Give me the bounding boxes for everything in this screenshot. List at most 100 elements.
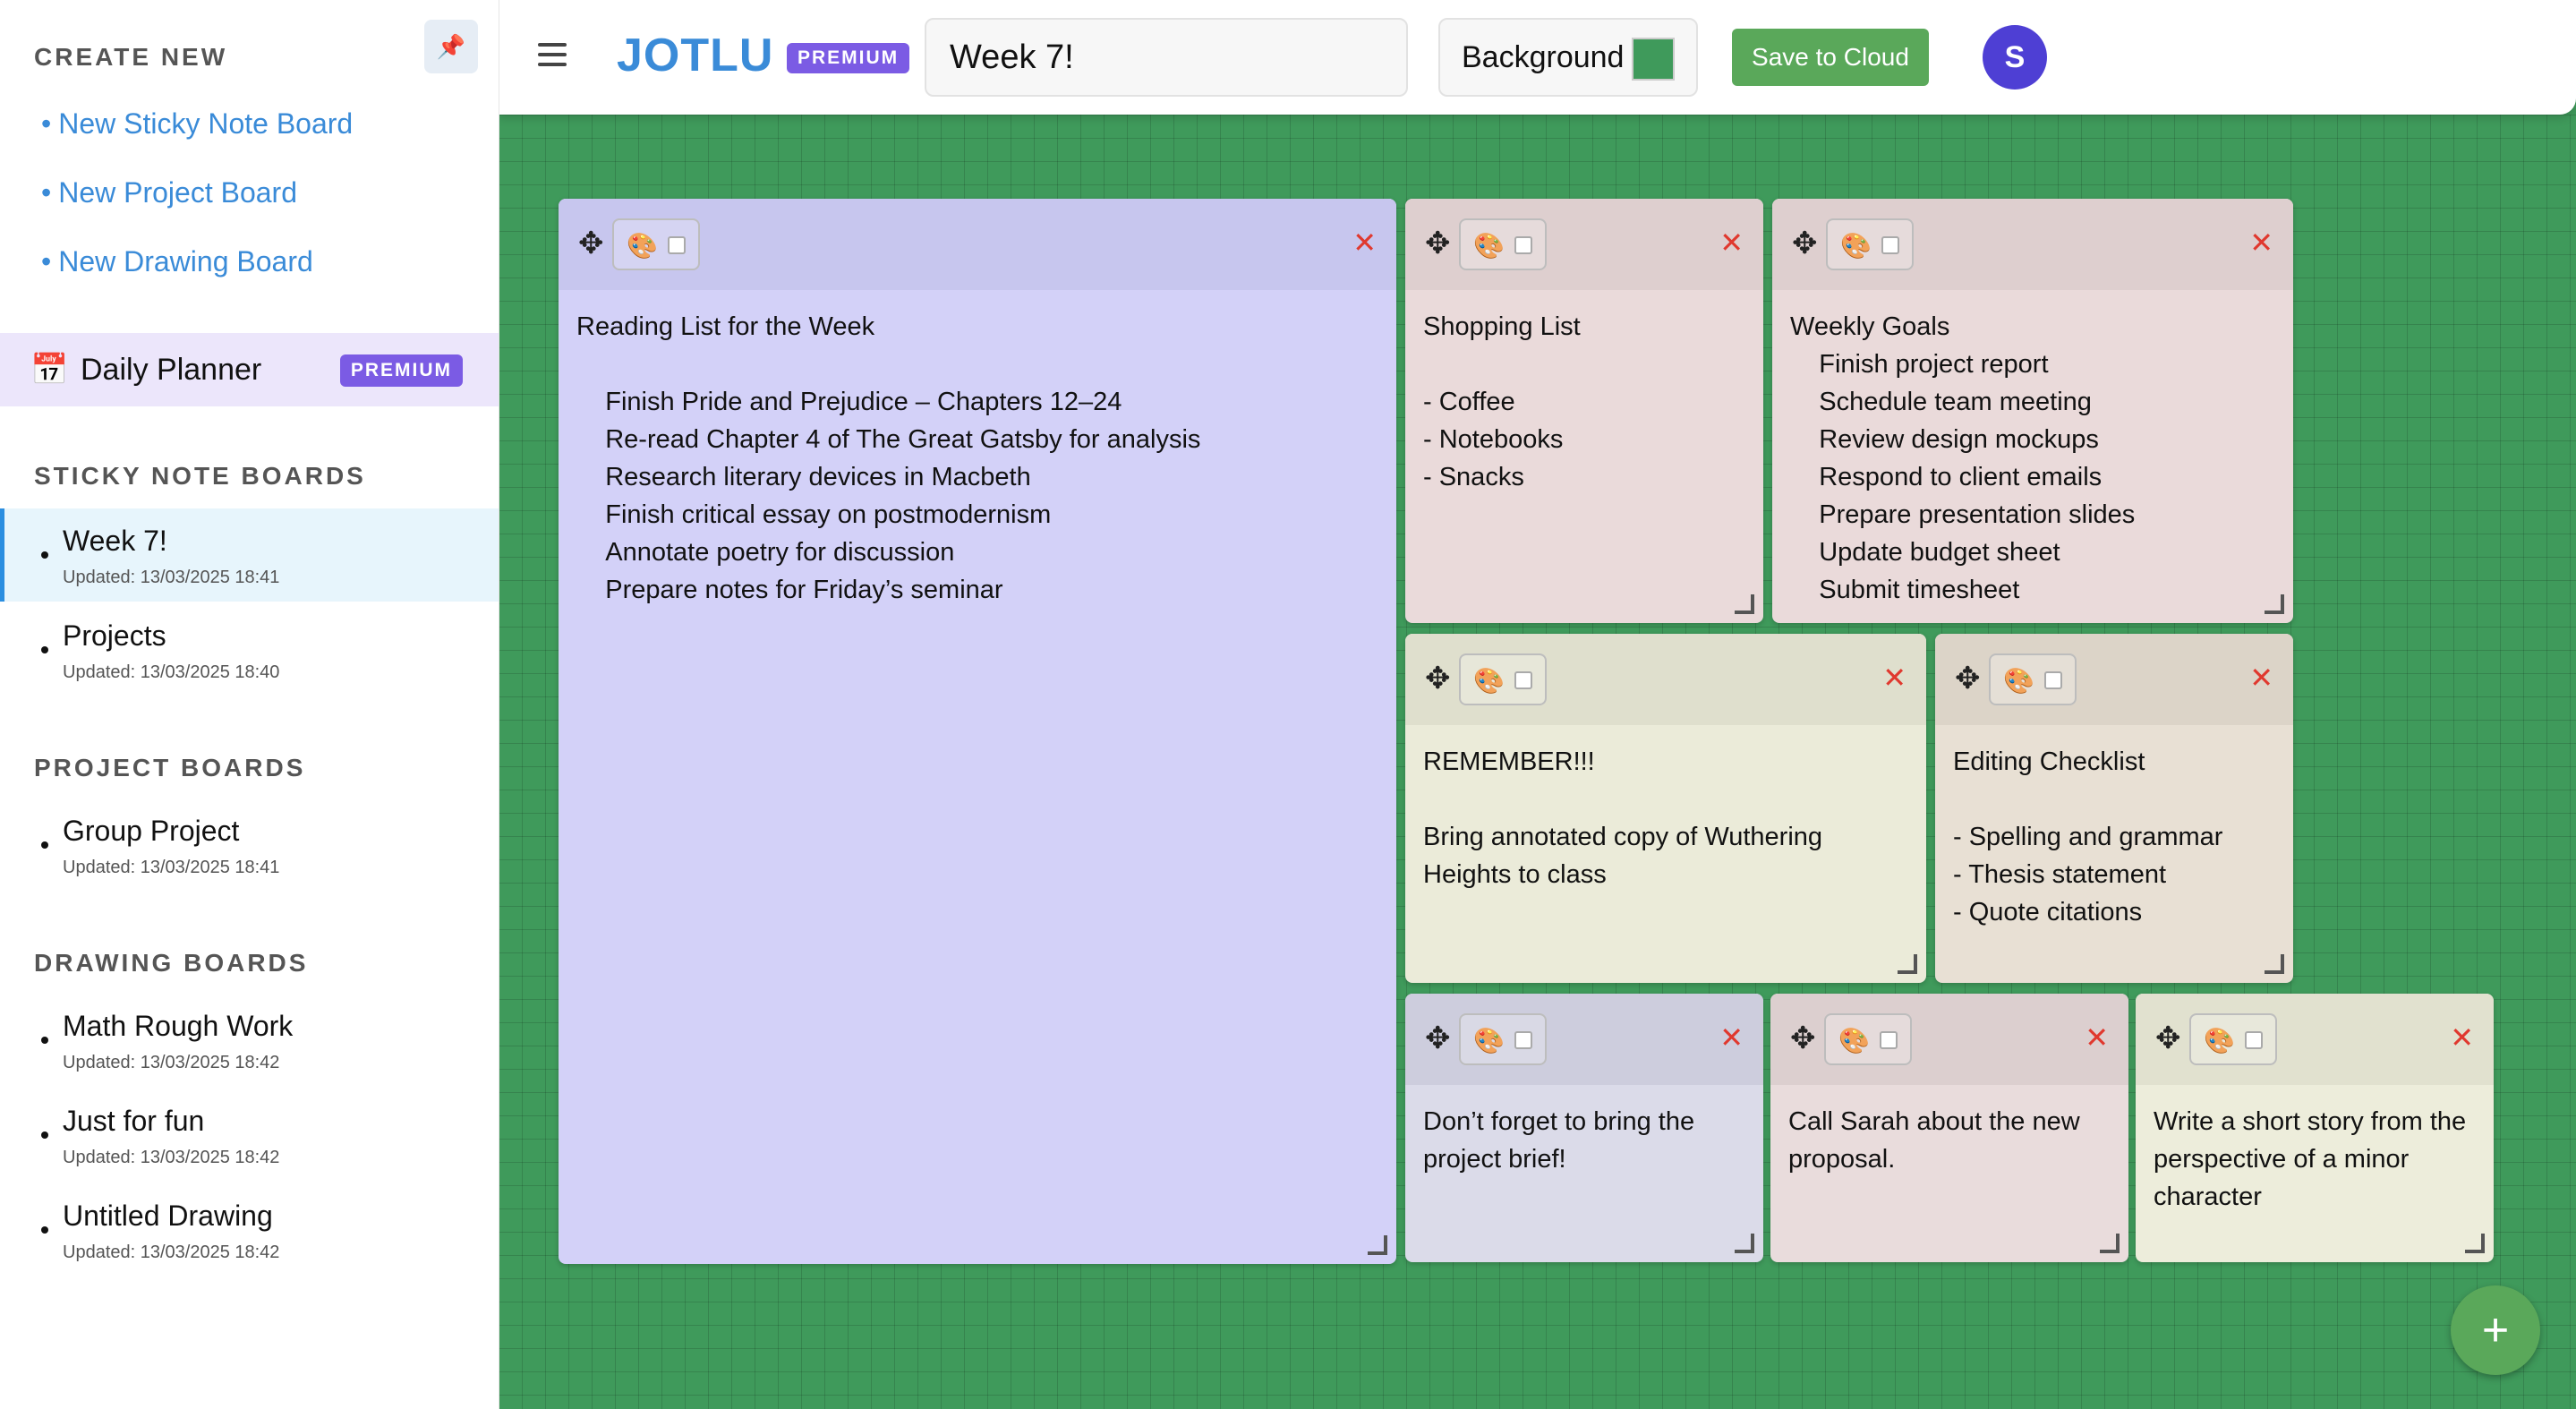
resize-handle[interactable] xyxy=(2100,1234,2120,1253)
sticky-note[interactable]: ✥ 🎨 ✕ REMEMBER!!! Bring annotated copy o… xyxy=(1405,634,1926,983)
note-header[interactable]: ✥ 🎨 ✕ xyxy=(1405,994,1763,1085)
note-text[interactable]: Shopping List - Coffee - Notebooks - Sna… xyxy=(1423,308,1745,496)
note-header[interactable]: ✥ 🎨 ✕ xyxy=(1772,199,2293,290)
note-checkbox[interactable] xyxy=(2245,1031,2263,1049)
board-updated: Updated: 13/03/2025 18:42 xyxy=(63,1242,280,1262)
palette-icon[interactable]: 🎨 xyxy=(627,231,658,260)
new-sticky-note-board-link[interactable]: • New Sticky Note Board xyxy=(41,107,353,141)
resize-handle[interactable] xyxy=(2265,594,2284,614)
note-color-tools[interactable]: 🎨 xyxy=(1459,218,1547,270)
board-updated: Updated: 13/03/2025 18:41 xyxy=(63,858,280,877)
note-checkbox[interactable] xyxy=(1514,1031,1532,1049)
move-icon[interactable]: ✥ xyxy=(1425,1020,1451,1056)
board-name: Group Project xyxy=(63,815,240,847)
close-icon[interactable]: ✕ xyxy=(1719,226,1744,260)
note-checkbox[interactable] xyxy=(1514,236,1532,254)
sidebar-item-untitled-drawing[interactable]: Untitled Drawing Updated: 13/03/2025 18:… xyxy=(0,1183,499,1277)
close-icon[interactable]: ✕ xyxy=(2450,1020,2474,1055)
palette-icon[interactable]: 🎨 xyxy=(1473,1026,1505,1055)
pin-sidebar-button[interactable]: 📌 xyxy=(424,20,478,73)
save-to-cloud-button[interactable]: Save to Cloud xyxy=(1732,29,1929,86)
note-color-tools[interactable]: 🎨 xyxy=(2189,1013,2277,1065)
sticky-note[interactable]: ✥ 🎨 ✕ Weekly Goals Finish project report… xyxy=(1772,199,2293,623)
resize-handle[interactable] xyxy=(1898,954,1917,974)
move-icon[interactable]: ✥ xyxy=(1425,661,1451,696)
palette-icon[interactable]: 🎨 xyxy=(2204,1026,2235,1055)
close-icon[interactable]: ✕ xyxy=(2249,661,2273,695)
close-icon[interactable]: ✕ xyxy=(2085,1020,2109,1055)
background-color-swatch[interactable] xyxy=(1632,38,1675,81)
note-text[interactable]: Reading List for the Week Finish Pride a… xyxy=(576,308,1378,609)
sticky-note[interactable]: ✥ 🎨 ✕ Reading List for the Week Finish P… xyxy=(559,199,1396,1264)
note-header[interactable]: ✥ 🎨 ✕ xyxy=(1935,634,2293,725)
note-header[interactable]: ✥ 🎨 ✕ xyxy=(1405,634,1926,725)
close-icon[interactable]: ✕ xyxy=(1719,1020,1744,1055)
note-text[interactable]: Write a short story from the perspective… xyxy=(2154,1103,2476,1216)
move-icon[interactable]: ✥ xyxy=(1790,1020,1816,1056)
close-icon[interactable]: ✕ xyxy=(1882,661,1906,695)
note-checkbox[interactable] xyxy=(668,236,686,254)
sidebar-item-group-project[interactable]: Group Project Updated: 13/03/2025 18:41 xyxy=(0,798,499,892)
sticky-note[interactable]: ✥ 🎨 ✕ Write a short story from the persp… xyxy=(2136,994,2494,1262)
note-header[interactable]: ✥ 🎨 ✕ xyxy=(1770,994,2128,1085)
new-drawing-board-link[interactable]: • New Drawing Board xyxy=(41,245,313,278)
note-text[interactable]: REMEMBER!!! Bring annotated copy of Wuth… xyxy=(1423,743,1908,893)
sticky-note[interactable]: ✥ 🎨 ✕ Call Sarah about the new proposal. xyxy=(1770,994,2128,1262)
sidebar-item-projects[interactable]: Projects Updated: 13/03/2025 18:40 xyxy=(0,603,499,696)
resize-handle[interactable] xyxy=(2265,954,2284,974)
note-checkbox[interactable] xyxy=(1514,671,1532,689)
create-new-title: CREATE NEW xyxy=(34,43,228,71)
palette-icon[interactable]: 🎨 xyxy=(2003,666,2034,696)
note-header[interactable]: ✥ 🎨 ✕ xyxy=(2136,994,2494,1085)
sidebar-item-math-rough-work[interactable]: Math Rough Work Updated: 13/03/2025 18:4… xyxy=(0,994,499,1087)
sticky-note[interactable]: ✥ 🎨 ✕ Editing Checklist - Spelling and g… xyxy=(1935,634,2293,983)
note-color-tools[interactable]: 🎨 xyxy=(612,218,700,270)
note-header[interactable]: ✥ 🎨 ✕ xyxy=(559,199,1396,290)
add-note-button[interactable]: + xyxy=(2451,1285,2540,1375)
move-icon[interactable]: ✥ xyxy=(1425,226,1451,261)
note-color-tools[interactable]: 🎨 xyxy=(1459,1013,1547,1065)
plus-icon: + xyxy=(2481,1304,2510,1356)
sticky-note[interactable]: ✥ 🎨 ✕ Shopping List - Coffee - Notebooks… xyxy=(1405,199,1763,623)
sidebar-item-just-for-fun[interactable]: Just for fun Updated: 13/03/2025 18:42 xyxy=(0,1089,499,1182)
board-updated: Updated: 13/03/2025 18:40 xyxy=(63,662,280,682)
note-text[interactable]: Don’t forget to bring the project brief! xyxy=(1423,1103,1745,1178)
resize-handle[interactable] xyxy=(1735,594,1754,614)
resize-handle[interactable] xyxy=(1368,1235,1387,1255)
note-text[interactable]: Weekly Goals Finish project report Sched… xyxy=(1790,308,2275,609)
resize-handle[interactable] xyxy=(1735,1234,1754,1253)
note-color-tools[interactable]: 🎨 xyxy=(1459,653,1547,705)
board-name: Untitled Drawing xyxy=(63,1200,273,1232)
resize-handle[interactable] xyxy=(2465,1234,2485,1253)
sticky-note[interactable]: ✥ 🎨 ✕ Don’t forget to bring the project … xyxy=(1405,994,1763,1262)
palette-icon[interactable]: 🎨 xyxy=(1473,666,1505,696)
daily-planner-item[interactable]: 📅 Daily Planner PREMIUM xyxy=(0,333,499,406)
palette-icon[interactable]: 🎨 xyxy=(1840,231,1872,260)
note-text[interactable]: Editing Checklist - Spelling and grammar… xyxy=(1953,743,2275,931)
move-icon[interactable]: ✥ xyxy=(2155,1020,2181,1056)
note-text[interactable]: Call Sarah about the new proposal. xyxy=(1788,1103,2111,1178)
avatar[interactable]: S xyxy=(1983,25,2047,90)
board-title-input[interactable] xyxy=(925,18,1408,97)
note-checkbox[interactable] xyxy=(1881,236,1899,254)
move-icon[interactable]: ✥ xyxy=(578,226,604,261)
note-color-tools[interactable]: 🎨 xyxy=(1989,653,2077,705)
board-updated: Updated: 13/03/2025 18:42 xyxy=(63,1053,280,1072)
palette-icon[interactable]: 🎨 xyxy=(1473,231,1505,260)
move-icon[interactable]: ✥ xyxy=(1955,661,1981,696)
close-icon[interactable]: ✕ xyxy=(1352,226,1377,260)
menu-icon[interactable] xyxy=(538,43,567,70)
note-color-tools[interactable]: 🎨 xyxy=(1824,1013,1912,1065)
close-icon[interactable]: ✕ xyxy=(2249,226,2273,260)
move-icon[interactable]: ✥ xyxy=(1792,226,1818,261)
board-updated: Updated: 13/03/2025 18:41 xyxy=(63,568,280,587)
new-project-board-link[interactable]: • New Project Board xyxy=(41,176,297,209)
sidebar-item-week-7[interactable]: Week 7! Updated: 13/03/2025 18:41 xyxy=(0,508,499,602)
note-header[interactable]: ✥ 🎨 ✕ xyxy=(1405,199,1763,290)
note-color-tools[interactable]: 🎨 xyxy=(1826,218,1914,270)
background-picker[interactable]: Background xyxy=(1438,18,1698,97)
palette-icon[interactable]: 🎨 xyxy=(1838,1026,1870,1055)
board-name: Week 7! xyxy=(63,525,167,557)
note-checkbox[interactable] xyxy=(1880,1031,1898,1049)
note-checkbox[interactable] xyxy=(2044,671,2062,689)
